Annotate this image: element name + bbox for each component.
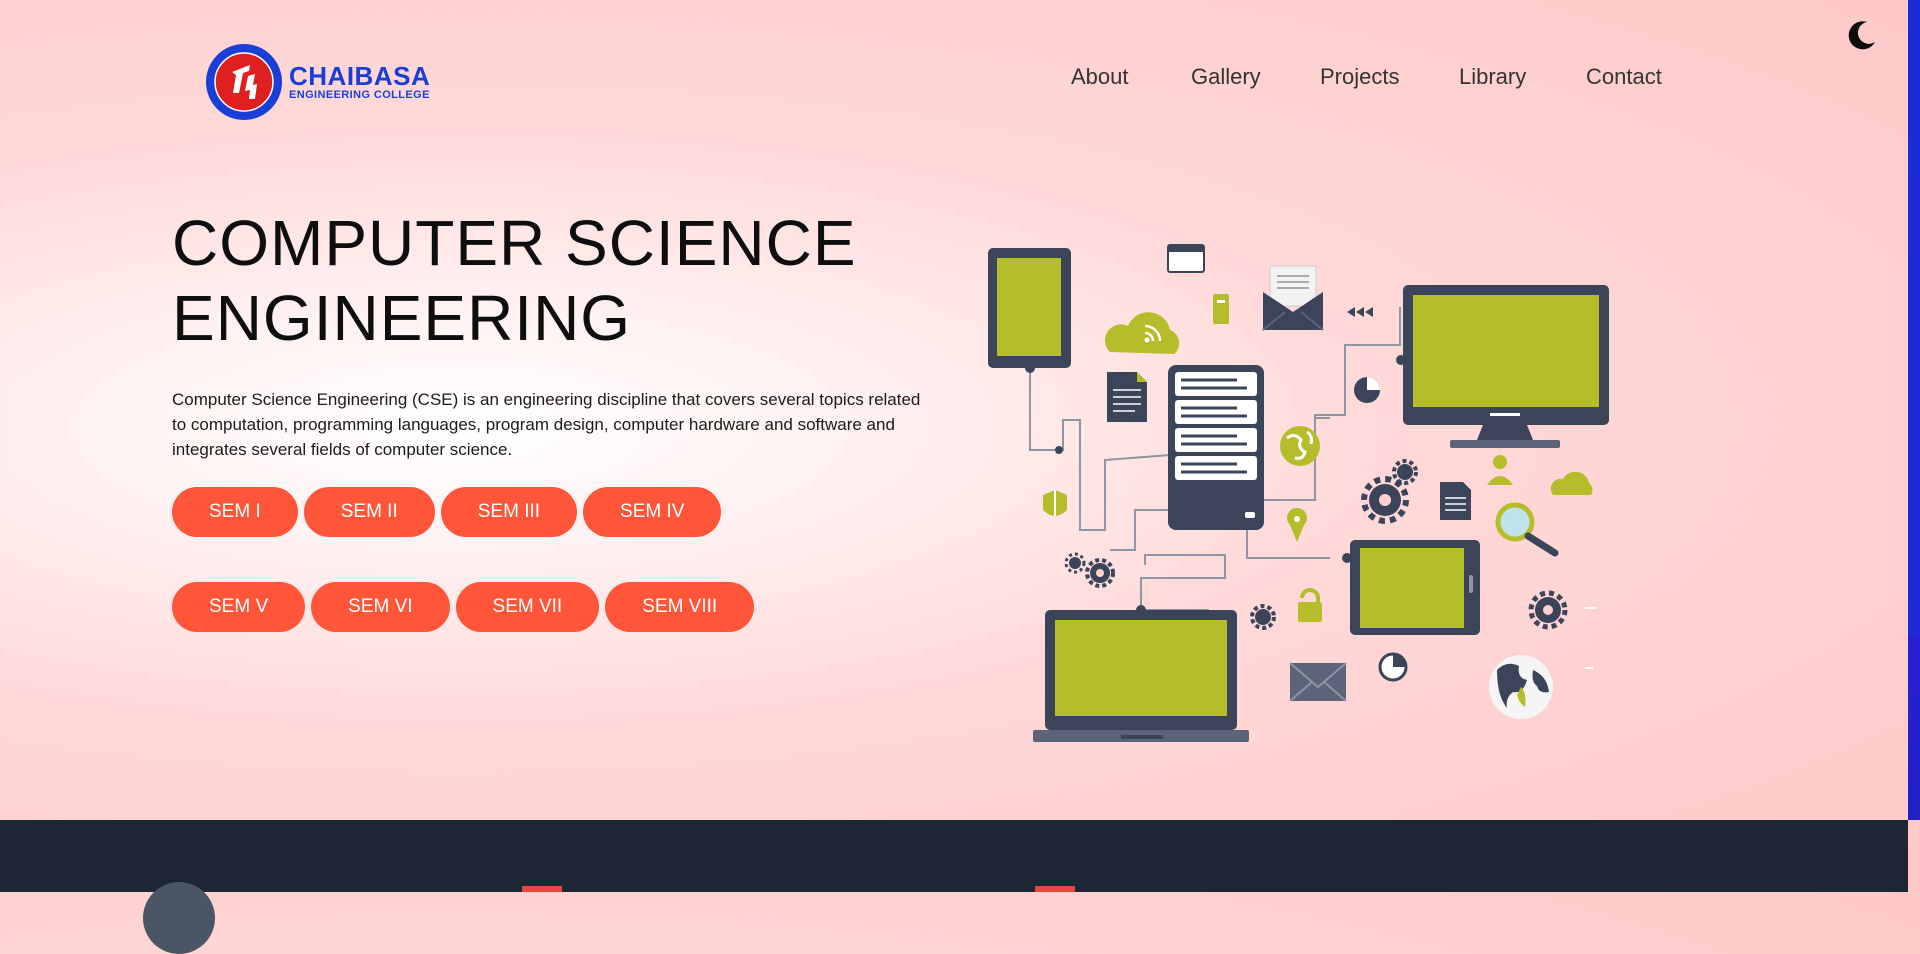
semester-row-1: SEM I SEM II SEM III SEM IV [172, 487, 722, 537]
laptop-icon [1033, 605, 1249, 742]
college-subtitle: ENGINEERING COLLEGE [289, 89, 430, 101]
footer-heading-2 [1035, 886, 1075, 892]
nav-gallery[interactable]: Gallery [1191, 64, 1261, 90]
monitor-icon [1396, 285, 1609, 448]
semester-row-2: SEM V SEM VI SEM VII SEM VIII [172, 582, 755, 632]
page-title-line1: COMPUTER SCIENCE [172, 207, 857, 279]
nav-library[interactable]: Library [1459, 64, 1526, 90]
sem-5-button[interactable]: SEM V [172, 582, 306, 632]
server-icon [1168, 365, 1264, 530]
moon-icon[interactable] [1845, 18, 1879, 52]
nav-contact[interactable]: Contact [1586, 64, 1662, 90]
sem-3-button[interactable]: SEM III [440, 487, 578, 537]
hero-description: Computer Science Engineering (CSE) is an… [172, 390, 921, 459]
sem-4-button[interactable]: SEM IV [583, 487, 722, 537]
nav-projects[interactable]: Projects [1320, 64, 1399, 90]
page-title-line2: ENGINEERING [172, 282, 632, 354]
sem-2-button[interactable]: SEM II [303, 487, 435, 537]
sem-1-button[interactable]: SEM I [172, 487, 298, 537]
scrollbar-thumb[interactable] [1908, 0, 1920, 636]
college-logo[interactable]: CHAIBASA ENGINEERING COLLEGE [205, 43, 430, 121]
page-title: COMPUTER SCIENCE ENGINEERING [172, 206, 857, 356]
nav-about[interactable]: About [1071, 64, 1129, 90]
footer-heading-1 [522, 886, 562, 892]
computer-network-illustration [988, 244, 1609, 742]
college-wordmark: CHAIBASA ENGINEERING COLLEGE [289, 63, 430, 101]
sem-6-button[interactable]: SEM VI [311, 582, 450, 632]
college-badge-icon [206, 44, 282, 120]
footer-logo [143, 882, 215, 954]
tablet-right-icon [1342, 540, 1480, 635]
site-footer [0, 820, 1908, 954]
sem-7-button[interactable]: SEM VII [455, 582, 600, 632]
college-name: CHAIBASA [289, 61, 431, 91]
sem-8-button[interactable]: SEM VIII [605, 582, 755, 632]
